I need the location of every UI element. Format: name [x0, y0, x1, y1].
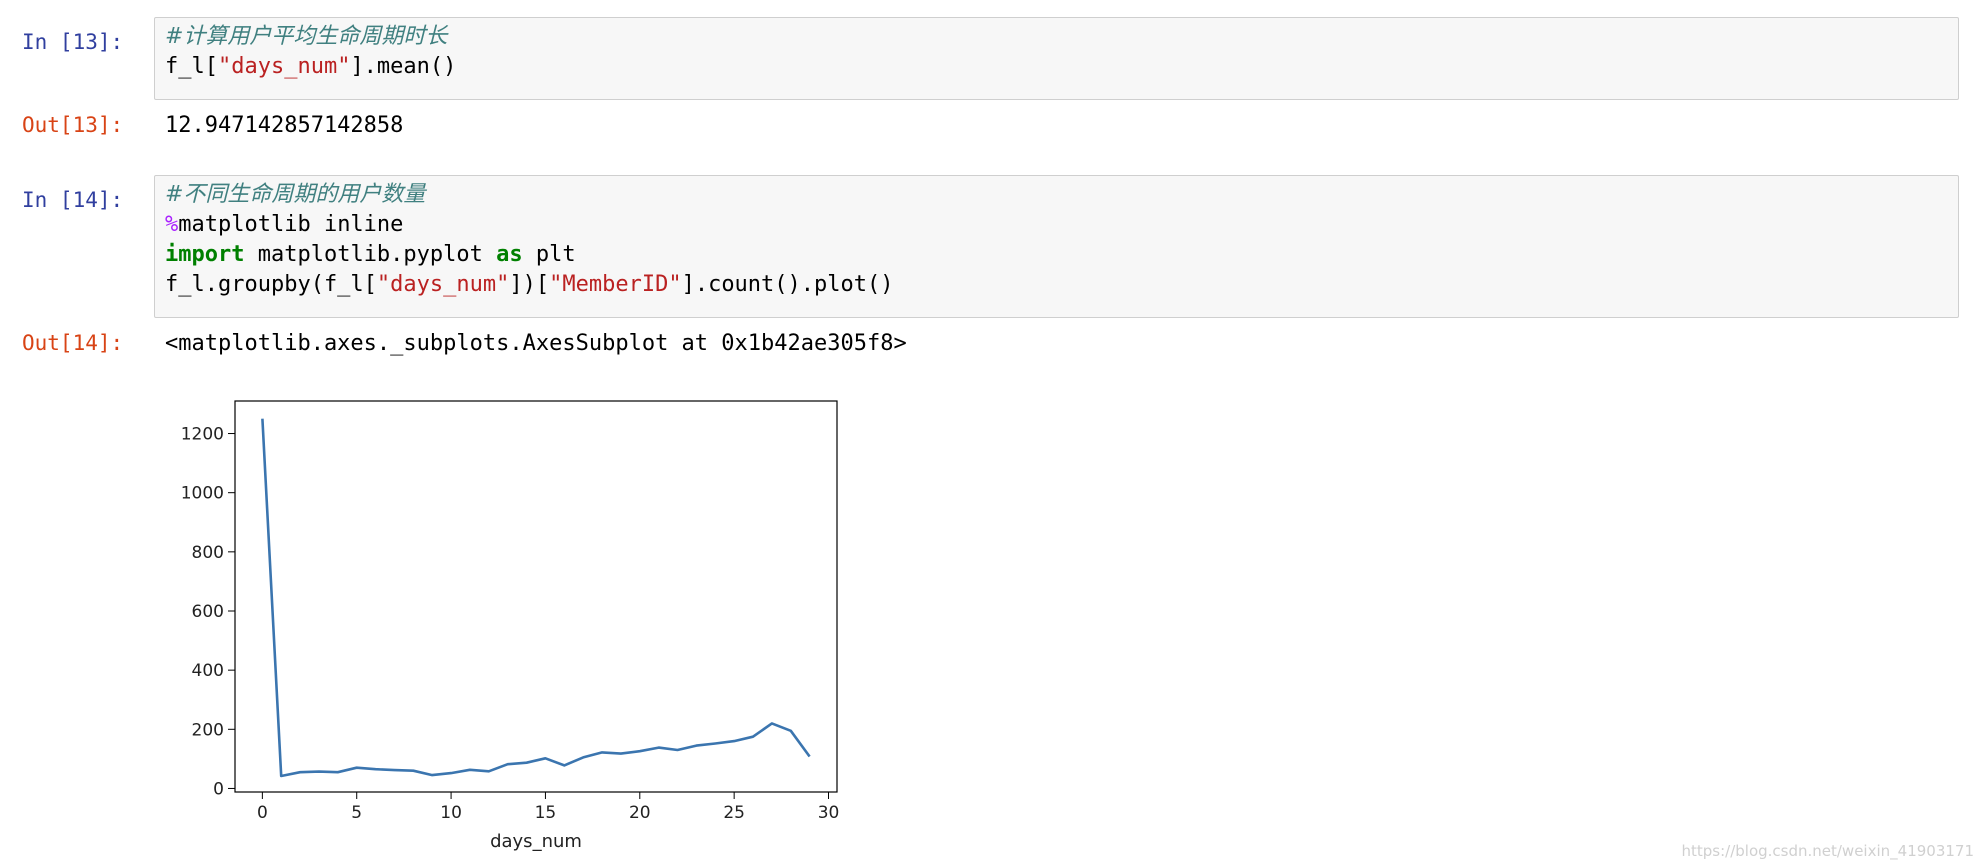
code-text: plt: [522, 242, 576, 267]
y-tick-label: 200: [192, 720, 224, 740]
x-tick-label: 10: [440, 803, 462, 823]
y-tick-label: 600: [192, 602, 224, 622]
code-string: "days_num": [217, 54, 351, 79]
x-tick-label: 0: [257, 803, 268, 823]
code-comment: #不同生命周期的用户数量: [165, 182, 426, 207]
code-line: f_l["days_num"].mean(): [165, 52, 1948, 82]
code-magic-symbol: %: [165, 212, 179, 237]
code-line: import matplotlib.pyplot as plt: [165, 240, 1948, 270]
code-line: %matplotlib inline: [165, 210, 1948, 240]
out-prompt-14: Out[14]:: [22, 331, 124, 355]
x-tick-label: 5: [351, 803, 362, 823]
code-text: f_l.groupby(f_l[: [165, 272, 377, 297]
code-keyword: as: [496, 242, 523, 267]
y-tick-label: 400: [192, 661, 224, 681]
in-prompt-14: In [14]:: [22, 188, 124, 212]
y-tick-label: 800: [192, 543, 224, 563]
code-text: ].mean(): [350, 54, 457, 79]
output-text-13: 12.947142857142858: [165, 113, 404, 138]
code-text: f_l[: [165, 54, 218, 79]
watermark: https://blog.csdn.net/weixin_41903171: [1681, 842, 1974, 860]
x-tick-label: 25: [723, 803, 745, 823]
code-text: ].count().plot(): [681, 272, 894, 297]
x-tick-label: 20: [629, 803, 651, 823]
code-line: #不同生命周期的用户数量: [165, 180, 1948, 210]
code-string: "days_num": [376, 272, 510, 297]
code-text: ])[: [509, 272, 550, 297]
x-axis-label: days_num: [490, 831, 582, 852]
code-cell-14[interactable]: #不同生命周期的用户数量 %matplotlib inline import m…: [154, 175, 1959, 318]
code-keyword: import: [165, 242, 245, 267]
y-tick-label: 1200: [181, 425, 224, 445]
y-tick-label: 1000: [181, 484, 224, 504]
out-prompt-13: Out[13]:: [22, 113, 124, 137]
plot-area: [234, 400, 838, 793]
code-text: matplotlib.pyplot: [244, 242, 497, 267]
code-line: #计算用户平均生命周期时长: [165, 22, 1948, 52]
code-text: matplotlib inline: [178, 212, 404, 237]
code-comment: #计算用户平均生命周期时长: [165, 24, 448, 49]
output-text-14: <matplotlib.axes._subplots.AxesSubplot a…: [165, 331, 907, 356]
code-line: f_l.groupby(f_l["days_num"])["MemberID"]…: [165, 270, 1948, 300]
in-prompt-13: In [13]:: [22, 30, 124, 54]
line-chart: 0 5 10 15 20 25 30 0 200 400 600 800 1000 1200 days_nu…: [181, 400, 840, 852]
code-cell-13[interactable]: #计算用户平均生命周期时长 f_l["days_num"].mean(): [154, 17, 1959, 100]
y-tick-label: 0: [213, 779, 224, 799]
x-tick-label: 30: [818, 803, 840, 823]
x-tick-label: 15: [535, 803, 557, 823]
code-string: "MemberID": [549, 272, 682, 297]
